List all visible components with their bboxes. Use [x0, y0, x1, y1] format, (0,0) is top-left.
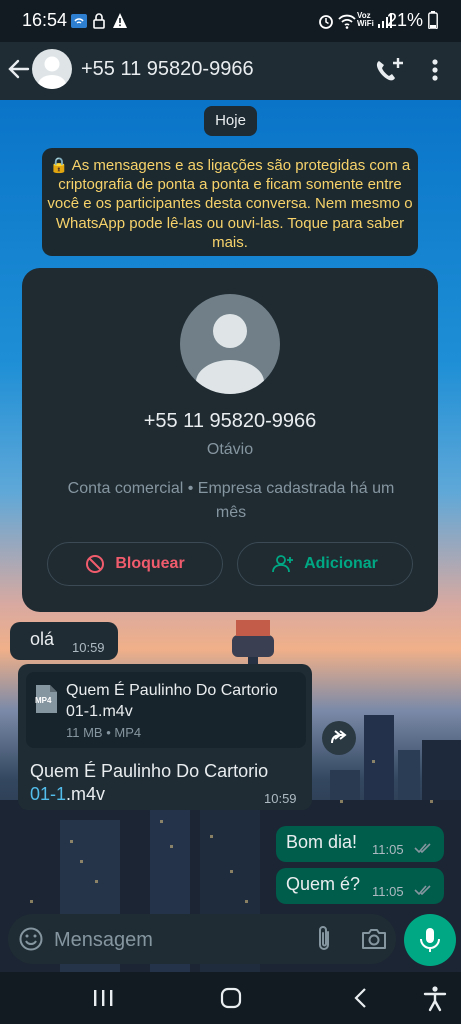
message-text: Quem é? — [286, 874, 361, 894]
contact-avatar[interactable] — [32, 49, 72, 89]
caption-text: Quem É Paulinho Do Cartorio — [30, 761, 269, 781]
chat-title[interactable]: +55 11 95820-9966 — [81, 58, 254, 81]
add-contact-button[interactable]: Adicionar — [237, 542, 413, 586]
status-time: 16:54 — [22, 10, 68, 30]
warning-icon — [113, 13, 127, 28]
back-arrow-icon[interactable] — [6, 52, 32, 86]
date-chip: Hoje — [204, 106, 257, 136]
file-meta: 11 MB • MP4 — [66, 725, 142, 740]
caption-link[interactable]: 01-1 — [30, 784, 66, 804]
screen-share-icon — [71, 14, 87, 28]
block-button-label: Bloquear — [115, 555, 185, 572]
call-add-icon[interactable] — [370, 54, 406, 86]
block-icon — [86, 555, 105, 573]
home-icon[interactable] — [216, 984, 246, 1012]
contact-card-avatar — [180, 294, 280, 394]
caption-text-end: .m4v — [66, 784, 106, 804]
message-text: olá — [30, 629, 55, 649]
nav-back-icon[interactable] — [346, 984, 376, 1012]
contact-card-name: Otávio — [206, 441, 254, 458]
double-check-icon — [414, 843, 431, 854]
add-contact-label: Adicionar — [304, 555, 378, 572]
file-name: Quem É Paulinho Do Cartorio 01-1.m4v — [66, 682, 278, 720]
message-time: 10:59 — [72, 640, 105, 655]
contact-card-phone: +55 11 95820-9966 — [143, 410, 317, 432]
person-add-icon — [272, 555, 294, 573]
file-icon: MP4 — [34, 684, 58, 714]
message-time: 11:05 — [372, 884, 404, 899]
business-account-info: Conta comercial • Empresa cadastrada há … — [67, 480, 395, 521]
message-text: Bom dia! — [286, 832, 358, 852]
file-type-badge: MP4 — [35, 696, 52, 705]
message-caption: Quem É Paulinho Do Cartorio 01-1.m4v — [30, 760, 290, 806]
accessibility-icon[interactable] — [420, 984, 450, 1012]
wifi-icon — [338, 14, 356, 29]
battery-icon — [428, 11, 438, 29]
message-time: 10:59 — [264, 791, 297, 806]
lock-status-icon — [93, 13, 105, 29]
forward-icon[interactable] — [322, 721, 356, 755]
attach-icon[interactable] — [312, 924, 336, 954]
message-time: 11:05 — [372, 842, 404, 857]
recents-icon[interactable] — [88, 984, 118, 1012]
mic-icon — [420, 928, 440, 952]
camera-icon[interactable] — [360, 926, 388, 952]
encryption-notice[interactable]: 🔒 As mensagens e as ligações são protegi… — [42, 148, 418, 256]
message-input[interactable] — [52, 914, 306, 966]
mic-button[interactable] — [404, 914, 456, 966]
emoji-icon[interactable] — [18, 926, 44, 952]
battery-percent: 21% — [386, 10, 423, 30]
alarm-icon — [319, 15, 333, 29]
block-button[interactable]: Bloquear — [47, 542, 223, 586]
voz-wifi-label: Voz WiFi — [357, 11, 374, 28]
double-check-icon — [414, 885, 431, 896]
more-vert-icon[interactable] — [425, 54, 445, 86]
